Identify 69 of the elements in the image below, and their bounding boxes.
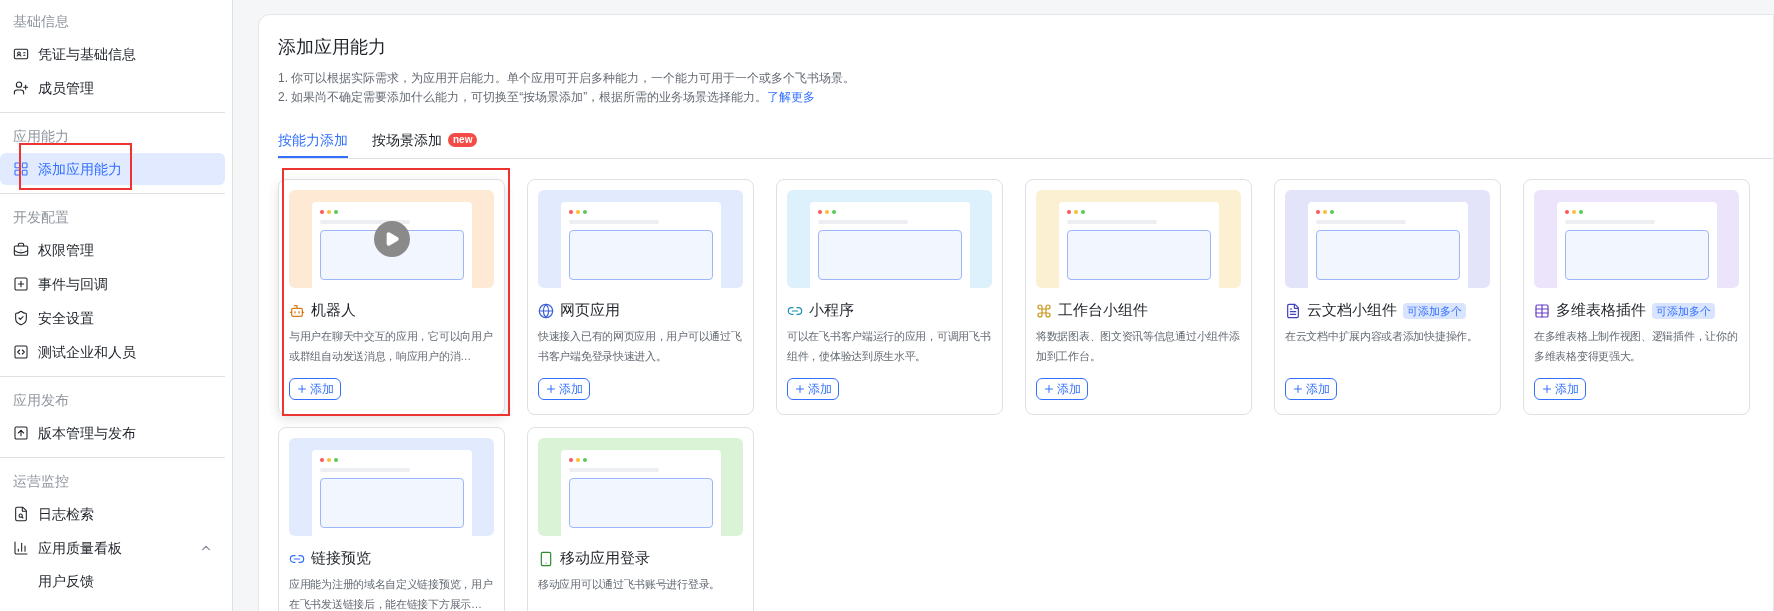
plus-icon: [1292, 383, 1304, 395]
plus-icon: [1541, 383, 1553, 395]
card-title: 网页应用: [560, 301, 620, 321]
grid-plus-icon: [13, 161, 29, 177]
card-description: 在多维表格上制作视图、逻辑插件，让你的多维表格变得更强大。: [1534, 329, 1739, 364]
add-button[interactable]: 添加: [289, 378, 341, 400]
shield-check-icon: [13, 310, 29, 326]
section-heading: 运营监控: [12, 471, 70, 491]
robot-icon: [289, 303, 305, 319]
plus-icon: [545, 383, 557, 395]
tab[interactable]: 按场景添加 new: [372, 124, 478, 158]
card-title: 云文档小组件: [1307, 301, 1397, 321]
plus-icon: [794, 383, 806, 395]
command-icon: [1036, 303, 1052, 319]
bar-chart-icon: [13, 540, 29, 556]
card-title: 工作台小组件: [1058, 301, 1148, 321]
upload-icon: [13, 425, 29, 441]
add-button[interactable]: 添加: [1036, 378, 1088, 400]
document-icon: [1285, 303, 1301, 319]
table-icon: [1534, 303, 1550, 319]
card-title: 多维表格插件: [1556, 301, 1646, 321]
section-heading: 应用能力: [12, 126, 70, 146]
card-title: 机器人: [311, 301, 356, 321]
sidebar-item[interactable]: 事件与回调: [0, 268, 225, 300]
sidebar-item[interactable]: 应用质量看板: [0, 532, 225, 564]
plus-icon: [296, 383, 308, 395]
phone-icon: [538, 551, 554, 567]
sidebar-item[interactable]: 日志检索: [0, 498, 225, 530]
card-description: 应用能为注册的域名自定义链接预览，用户在飞书发送链接后，能在链接下方展示…: [289, 577, 494, 611]
card-description: 将数据图表、图文资讯等信息通过小组件添加到工作台。: [1036, 329, 1241, 364]
id-card-icon: [13, 46, 29, 62]
add-button[interactable]: 添加: [1285, 378, 1337, 400]
sidebar-item[interactable]: 安全设置: [0, 302, 225, 334]
card-title: 链接预览: [311, 549, 371, 569]
card-badge: 可添加多个: [1403, 303, 1466, 319]
document-search-icon: [13, 506, 29, 522]
page-title: 添加应用能力: [278, 36, 387, 59]
sidebar-item[interactable]: 添加应用能力: [0, 153, 225, 185]
add-button[interactable]: 添加: [1534, 378, 1586, 400]
plus-icon: [1043, 383, 1055, 395]
add-button[interactable]: 添加: [538, 378, 590, 400]
card-description: 移动应用可以通过飞书账号进行登录。: [538, 577, 721, 592]
sidebar-item[interactable]: 权限管理: [0, 234, 225, 266]
add-button[interactable]: 添加: [787, 378, 839, 400]
sidebar-item[interactable]: 版本管理与发布: [0, 417, 225, 449]
learn-more-link[interactable]: 了解更多: [767, 88, 816, 106]
sidebar-subitem[interactable]: 用户反馈: [0, 564, 225, 598]
note-text: 2. 如果尚不确定需要添加什么能力，可切换至“按场景添加”，根据所需的业务场景选择能力。: [278, 89, 768, 106]
sidebar-item[interactable]: 成员管理: [0, 72, 225, 104]
user-plus-icon: [13, 80, 29, 96]
card-title: 小程序: [809, 301, 854, 321]
card-description: 可以在飞书客户端运行的应用，可调用飞书组件，使体验达到原生水平。: [787, 329, 992, 364]
section-heading: 基础信息: [12, 11, 70, 31]
new-badge: new: [448, 133, 478, 147]
note-text: 1. 你可以根据实际需求，为应用开启能力。单个应用可开启多种能力，一个能力可用于一个或多个飞书场景。: [278, 70, 856, 87]
card-badge: 可添加多个: [1652, 303, 1715, 319]
globe-icon: [538, 303, 554, 319]
sidebar-item[interactable]: 凭证与基础信息: [0, 38, 225, 70]
code-icon: [13, 344, 29, 360]
card-title: 移动应用登录: [560, 549, 650, 569]
tab[interactable]: 按能力添加: [278, 124, 348, 158]
section-heading: 应用发布: [12, 390, 70, 410]
square-plus-icon: [13, 276, 29, 292]
section-heading: 开发配置: [12, 207, 70, 227]
briefcase-icon: [13, 242, 29, 258]
card-description: 快速接入已有的网页应用，用户可以通过飞书客户端免登录快速进入。: [538, 329, 743, 364]
card-description: 在云文档中扩展内容或者添加快捷操作。: [1285, 329, 1479, 344]
card-description: 与用户在聊天中交互的应用，它可以向用户或群组自动发送消息，响应用户的消…: [289, 329, 494, 364]
sidebar-item[interactable]: 测试企业和人员: [0, 336, 225, 368]
